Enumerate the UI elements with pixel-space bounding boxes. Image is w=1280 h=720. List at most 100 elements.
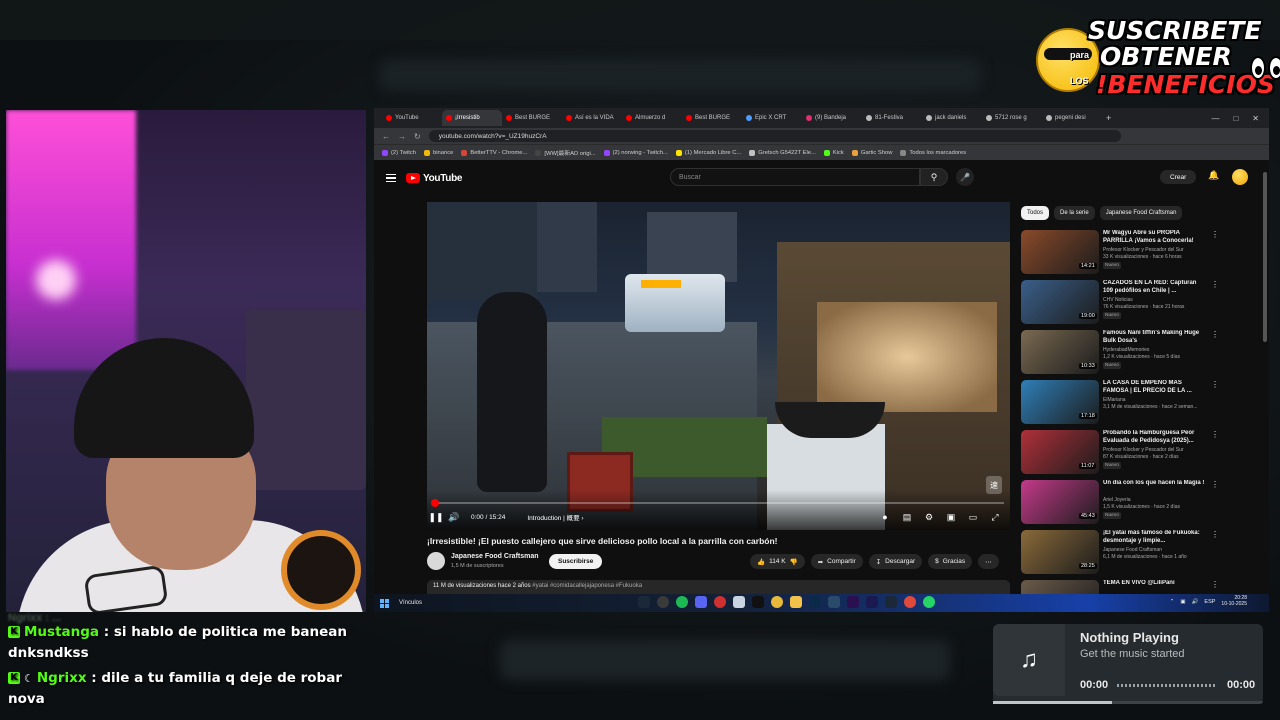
volume-icon[interactable]: 🔊	[445, 508, 463, 526]
premiere-icon[interactable]	[847, 596, 859, 608]
more-vert-icon[interactable]: ⋮	[1211, 430, 1219, 439]
taskbar-links-label[interactable]: Vínculos	[399, 600, 422, 606]
microphone-icon[interactable]: 🎤	[956, 168, 974, 186]
more-vert-icon[interactable]: ⋮	[1211, 480, 1219, 489]
browser-tab[interactable]: YouTube	[382, 110, 442, 126]
subtitles-icon[interactable]: ▤	[898, 508, 916, 526]
bookmark-item[interactable]: Gartic Show	[851, 149, 892, 156]
tiktok-icon[interactable]	[752, 596, 764, 608]
photoshop-icon[interactable]	[809, 596, 821, 608]
browser-tab[interactable]: Así es la VIDA	[562, 110, 622, 126]
volume-icon[interactable]: 🔊	[1192, 599, 1199, 605]
minimize-icon[interactable]: —	[1211, 114, 1219, 123]
download-button[interactable]: ↧ Descargar	[868, 554, 923, 569]
thumbs-down-icon[interactable]: 👎	[790, 558, 798, 566]
recommended-video[interactable]: 10:33 Famous Nani tiffin's Making Huge Bu…	[1021, 330, 1221, 380]
bookmark-item[interactable]: (1) Mercado Libre C...	[675, 149, 741, 156]
fullscreen-icon[interactable]: ⤢	[986, 508, 1004, 526]
bookmark-item[interactable]: [WW]最新AD origi...	[535, 148, 596, 157]
more-vert-icon[interactable]: ⋮	[1211, 280, 1219, 289]
spotify-icon[interactable]	[676, 596, 688, 608]
description-tags[interactable]: #yatai #comidacallejajaponesa #Fukuoka	[532, 583, 642, 589]
youtube-logo[interactable]: YouTube	[406, 173, 463, 184]
whatsapp-icon[interactable]	[923, 596, 935, 608]
video-progress-knob[interactable]	[431, 499, 439, 507]
chrome-icon[interactable]	[771, 596, 783, 608]
app-icon[interactable]	[828, 596, 840, 608]
search-input[interactable]: Buscar	[670, 168, 920, 186]
bookmark-item[interactable]: BetterTTV - Chrome...	[461, 149, 527, 156]
chapter-label[interactable]: Introduction | 概要 ›	[527, 512, 583, 522]
recorder-icon[interactable]	[714, 596, 726, 608]
bookmark-item[interactable]: Todos los marcadores	[900, 149, 966, 156]
more-vert-icon[interactable]: ⋮	[1211, 330, 1219, 339]
video-progress-bar[interactable]	[431, 499, 1004, 507]
recommended-video[interactable]: 28:25 ¡El yatai más famoso de Fukuoka: de…	[1021, 530, 1221, 580]
channel-avatar[interactable]	[427, 552, 445, 570]
autoplay-toggle-icon[interactable]: ●	[876, 508, 894, 526]
bell-icon[interactable]: 🔔	[1208, 170, 1219, 181]
obs-icon[interactable]	[657, 596, 669, 608]
browser-tab[interactable]: ¡Irresistib	[442, 110, 502, 126]
app-icon[interactable]	[733, 596, 745, 608]
settings-gear-icon[interactable]: ⚙	[920, 508, 938, 526]
back-icon[interactable]: ←	[382, 132, 390, 141]
steam-icon[interactable]	[638, 596, 650, 608]
recommended-video[interactable]: 11:07 Probando la Hamburguesa Peor Evalua…	[1021, 430, 1221, 480]
pause-icon[interactable]: ❚❚	[427, 508, 445, 526]
browser-tab[interactable]: Best BURGE	[682, 110, 742, 126]
browser-tab[interactable]: Epic X CRT	[742, 110, 802, 126]
bookmark-item[interactable]: binance	[424, 149, 453, 156]
language-indicator[interactable]: ESP	[1204, 599, 1215, 605]
create-button[interactable]: Crear	[1160, 170, 1197, 184]
more-vert-icon[interactable]: ⋮	[1211, 230, 1219, 239]
browser-tab[interactable]: jack daniels	[922, 110, 982, 126]
channel-watermark-icon[interactable]: 速	[986, 476, 1002, 494]
recommended-video[interactable]: 19:00 CAZADOS EN LA RED: Capturan 109 ped…	[1021, 280, 1221, 330]
channel-name[interactable]: Japanese Food Craftsman	[451, 553, 539, 560]
menu-icon[interactable]	[386, 172, 396, 185]
taskbar-clock[interactable]: 20:28 10-10-2025	[1221, 595, 1247, 607]
after-effects-icon[interactable]	[866, 596, 878, 608]
browser-tab[interactable]: Best BURGE	[502, 110, 562, 126]
url-field[interactable]: youtube.com/watch?v=_UZ19huzCrA	[428, 130, 1121, 142]
bookmark-item[interactable]: Kick	[823, 149, 844, 156]
browser-tab[interactable]: pegeni desi	[1042, 110, 1102, 126]
filter-chip[interactable]: Japanese Food Craftsman	[1099, 206, 1183, 220]
maximize-icon[interactable]: □	[1233, 114, 1238, 123]
windows-start-icon[interactable]	[380, 598, 389, 608]
filter-chip[interactable]: De la serie	[1054, 206, 1095, 220]
theater-icon[interactable]: ▭	[964, 508, 982, 526]
account-avatar[interactable]	[1232, 169, 1248, 185]
browser-tab[interactable]: (9) Bandeja	[802, 110, 862, 126]
folder-icon[interactable]	[790, 596, 802, 608]
more-vert-icon[interactable]: ⋮	[1211, 580, 1219, 589]
share-button[interactable]: ➦ Compartir	[810, 554, 863, 569]
video-player[interactable]: 速 ❚❚ 🔊 0:00 / 15:24 Introduction | 概要 › …	[427, 202, 1010, 530]
thanks-button[interactable]: $ Gracias	[928, 554, 973, 569]
chevron-up-icon[interactable]: ⌃	[1170, 599, 1175, 605]
bookmark-item[interactable]: Gretsch G5422T Ele...	[749, 149, 816, 156]
recommended-video[interactable]: 17:18 LA CASA DE EMPEÑO MÁS FAMOSA | EL P…	[1021, 380, 1221, 430]
network-icon[interactable]: ▣	[1180, 599, 1185, 605]
forward-icon[interactable]: →	[398, 132, 406, 141]
browser-tab[interactable]: 81-Festiva	[862, 110, 922, 126]
more-actions-button[interactable]: ⋯	[978, 554, 999, 569]
discord-icon[interactable]	[695, 596, 707, 608]
new-tab-button[interactable]: +	[1102, 110, 1116, 126]
close-icon[interactable]: ✕	[1252, 114, 1259, 123]
bookmark-item[interactable]: (2) Twitch	[382, 149, 416, 156]
reload-icon[interactable]: ↻	[414, 132, 421, 141]
more-vert-icon[interactable]: ⋮	[1211, 530, 1219, 539]
browser-tab[interactable]: Almuerzo d	[622, 110, 682, 126]
recommended-video[interactable]: 14:21 Mr Wagyu Abre su PROPIA PARRILLA ¡V…	[1021, 230, 1221, 280]
page-scrollbar[interactable]	[1263, 172, 1267, 342]
bookmark-item[interactable]: (2) norwing - Twitch...	[603, 149, 668, 156]
recommended-video[interactable]: 45:43 Un día con los que hacen la Magia !…	[1021, 480, 1221, 530]
steam-icon[interactable]	[885, 596, 897, 608]
search-icon[interactable]: ⚲	[920, 168, 948, 186]
filter-chip[interactable]: Todos	[1021, 206, 1050, 220]
subscribe-button[interactable]: Suscribirse	[549, 554, 603, 569]
more-vert-icon[interactable]: ⋮	[1211, 380, 1219, 389]
like-button[interactable]: 👍 114 K 👎	[750, 554, 805, 569]
